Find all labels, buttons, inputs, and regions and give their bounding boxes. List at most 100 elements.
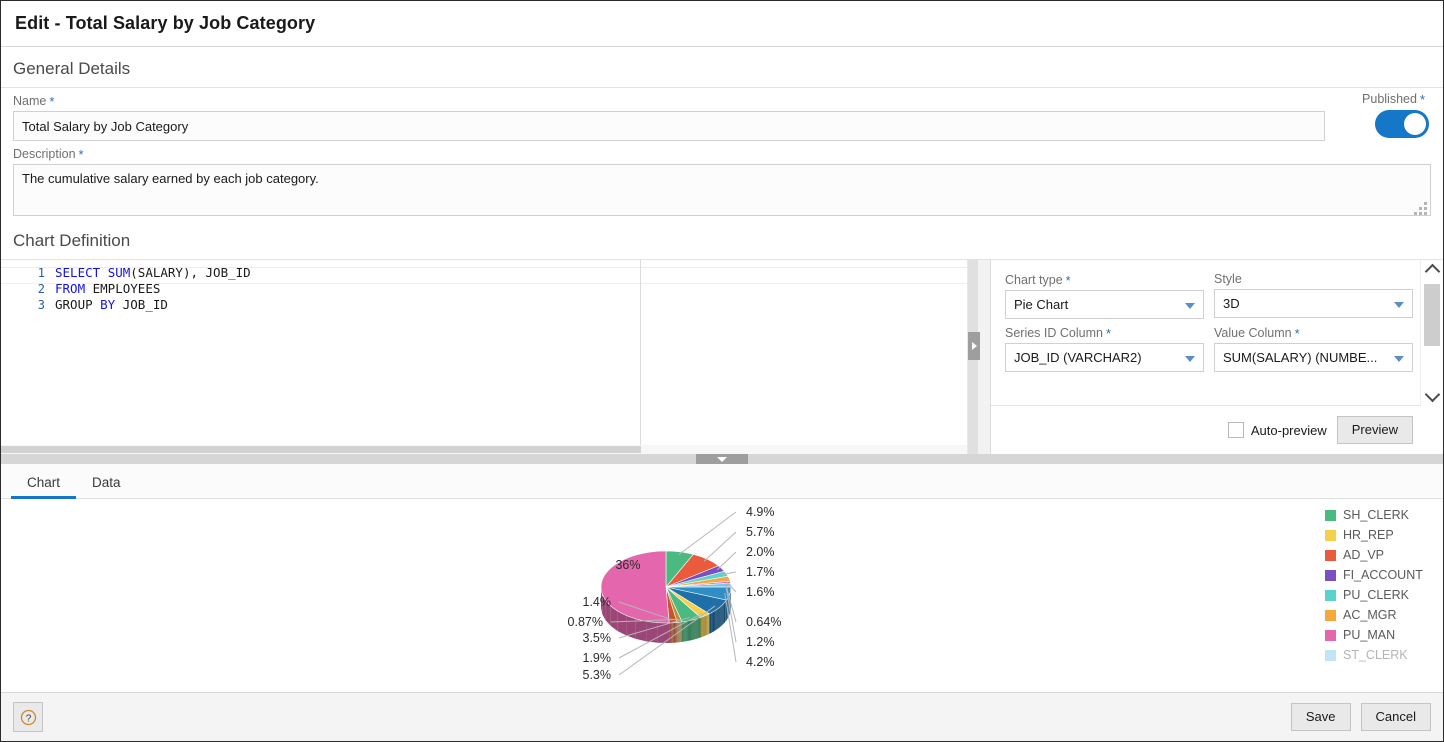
legend-swatch: [1325, 589, 1336, 601]
pie-slice-side: [700, 617, 702, 638]
horizontal-splitter-handle[interactable]: [696, 454, 748, 464]
general-details-section: Name* Published* Description* The cumula…: [1, 88, 1443, 219]
legend-swatch: [1325, 569, 1336, 581]
config-vertical-scrollbar[interactable]: [1420, 260, 1443, 406]
series-id-value: JOB_ID (VARCHAR2): [1014, 350, 1142, 365]
pie-slice-side: [687, 620, 689, 641]
pie-slice-label: 1.9%: [583, 651, 612, 665]
chart-type-required-asterisk: *: [1065, 273, 1071, 288]
chart-config-fields: Chart type * Pie Chart Style 3D Series I…: [991, 260, 1443, 405]
splitter-collapse-handle[interactable]: [968, 332, 980, 360]
sql-editor[interactable]: 1 SELECT SUM(SALARY), JOB_ID 2 FROM EMPLOYE…: [1, 260, 968, 454]
auto-preview-label: Auto-preview: [1250, 422, 1327, 438]
pie-slice-side: [685, 621, 687, 642]
pie-slice-side: [698, 617, 700, 639]
dialog-titlebar: Edit - Total Salary by Job Category: [1, 1, 1443, 47]
value-column-label: Value Column: [1214, 326, 1292, 340]
editor-horizontal-scrollbar[interactable]: [1, 445, 967, 454]
pie-slice-side: [723, 602, 725, 624]
legend-item[interactable]: ST_CLERK: [1325, 645, 1437, 665]
chevron-down-icon: [717, 456, 727, 462]
scroll-up-button[interactable]: [1421, 260, 1443, 280]
legend-swatch: [1325, 629, 1336, 641]
scrollbar-thumb[interactable]: [1424, 284, 1440, 346]
pie-slice-side: [711, 611, 713, 633]
chart-type-select[interactable]: Pie Chart: [1005, 290, 1204, 319]
value-column-label-wrap: Value Column *: [1214, 321, 1413, 343]
pie-slice-side: [686, 620, 688, 642]
help-button[interactable]: ?: [13, 702, 43, 732]
editor-rule-top: [1, 267, 967, 268]
pie-slice-side: [646, 621, 658, 643]
legend-item[interactable]: FI_ACCOUNT: [1325, 565, 1437, 585]
tab-data[interactable]: Data: [76, 469, 137, 498]
legend-label: SH_CLERK: [1343, 508, 1409, 522]
auto-preview-checkbox-row[interactable]: Auto-preview: [1227, 422, 1327, 438]
pie-slice-side: [714, 610, 716, 632]
name-label: Name: [13, 94, 47, 108]
pie-slice-side: [695, 618, 697, 640]
published-toggle[interactable]: [1375, 110, 1429, 138]
legend-item[interactable]: AC_MGR: [1325, 605, 1437, 625]
cancel-button[interactable]: Cancel: [1360, 702, 1431, 732]
preview-tabs: Chart Data: [1, 464, 1443, 499]
horizontal-splitter[interactable]: [1, 454, 1443, 464]
editor-rule-second: [1, 283, 967, 284]
chart-definition-area: 1 SELECT SUM(SALARY), JOB_ID 2 FROM EMPLOYE…: [1, 259, 1443, 550]
legend-item[interactable]: PU_MAN: [1325, 625, 1437, 645]
vertical-splitter[interactable]: [968, 260, 991, 454]
pie-slice-side: [725, 600, 726, 622]
series-id-label: Series ID Column: [1005, 326, 1103, 340]
pie-slice-side: [692, 619, 694, 640]
published-required-asterisk: *: [1419, 92, 1425, 107]
pie-slice-label: 3.5%: [583, 631, 612, 645]
dialog-footer: ? Save Cancel: [1, 692, 1443, 741]
description-label: Description: [13, 147, 76, 161]
description-input[interactable]: The cumulative salary earned by each job…: [13, 164, 1431, 216]
legend-swatch: [1325, 649, 1336, 661]
pie-slice-label: 5.7%: [746, 525, 775, 539]
scroll-down-button[interactable]: [1421, 386, 1443, 406]
pie-slice-side: [722, 604, 723, 626]
pie-slice-side: [717, 608, 719, 630]
pie-slice-side: [715, 609, 717, 631]
legend-item[interactable]: PU_CLERK: [1325, 585, 1437, 605]
legend-item[interactable]: HR_REP: [1325, 525, 1437, 545]
chart-definition-heading: Chart Definition: [13, 231, 131, 250]
line-number: 3: [37, 298, 45, 312]
svg-text:?: ?: [25, 713, 31, 724]
value-column-select[interactable]: SUM(SALARY) (NUMBE...: [1214, 343, 1413, 372]
published-label-wrap: Published *: [1339, 91, 1431, 107]
legend-item[interactable]: SH_CLERK: [1325, 505, 1437, 525]
auto-preview-checkbox[interactable]: [1227, 422, 1244, 438]
name-input[interactable]: [13, 111, 1325, 141]
toggle-knob: [1404, 113, 1426, 135]
chart-legend: SH_CLERK HR_REP AD_VP FI_ACCOUNT PU_CLERK AC_…: [1325, 505, 1437, 665]
chevron-down-icon: [1185, 303, 1195, 309]
tab-chart[interactable]: Chart: [11, 469, 77, 499]
chevron-down-icon: [1394, 302, 1404, 308]
chart-type-label-wrap: Chart type *: [1005, 268, 1204, 290]
pie-slice-side: [702, 616, 703, 637]
legend-label: AC_MGR: [1343, 608, 1397, 622]
preview-button[interactable]: Preview: [1336, 415, 1413, 445]
pie-slice-side: [710, 612, 712, 634]
series-id-select[interactable]: JOB_ID (VARCHAR2): [1005, 343, 1204, 372]
legend-label: ST_CLERK: [1343, 648, 1408, 662]
save-button[interactable]: Save: [1290, 702, 1351, 732]
pie-slice-side: [693, 619, 695, 640]
style-select[interactable]: 3D: [1214, 289, 1413, 318]
pie-slice-side: [709, 613, 711, 634]
legend-label: HR_REP: [1343, 528, 1394, 542]
published-label: Published: [1362, 92, 1417, 106]
pie-slice-side: [716, 609, 718, 630]
legend-swatch: [1325, 509, 1336, 521]
question-mark-icon: ?: [20, 709, 36, 725]
pie-slice-label: 0.64%: [746, 615, 781, 629]
chevron-down-icon: [1424, 386, 1440, 403]
legend-item[interactable]: AD_VP: [1325, 545, 1437, 565]
description-required-asterisk: *: [78, 147, 84, 162]
editor-hscroll-thumb[interactable]: [1, 446, 641, 453]
legend-swatch: [1325, 529, 1336, 541]
legend-swatch: [1325, 609, 1336, 621]
